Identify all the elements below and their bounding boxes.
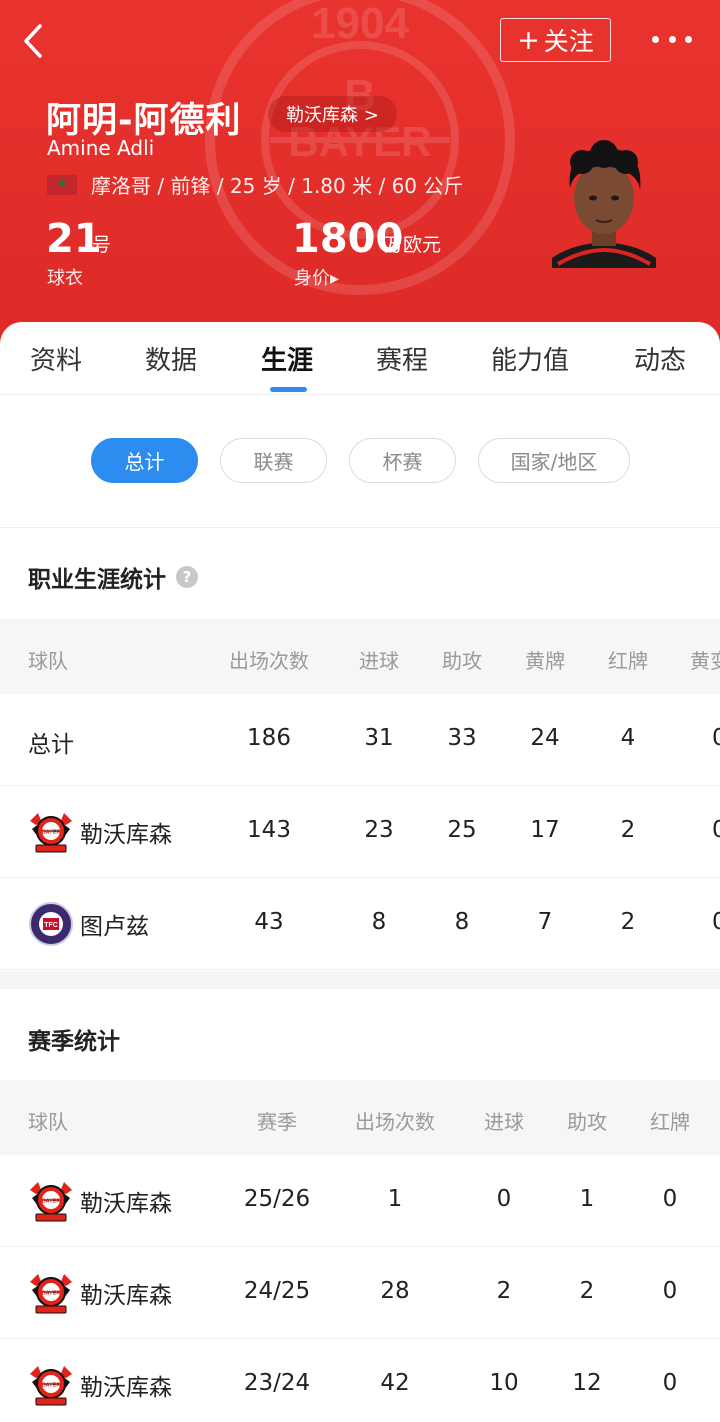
team-name: 勒沃库森 xyxy=(80,1375,172,1401)
team-name: 勒沃库森 xyxy=(80,1283,172,1309)
player-photo xyxy=(552,140,656,268)
age: 25 岁 xyxy=(229,174,282,198)
team-cell: BAYER 勒沃库森 xyxy=(28,1178,172,1224)
svg-text:BAYER: BAYER xyxy=(42,1291,61,1297)
more-menu-button[interactable] xyxy=(652,26,692,52)
team-name: 勒沃库森 xyxy=(80,822,172,848)
weight: 60 公斤 xyxy=(391,174,464,198)
dot-icon xyxy=(652,35,659,43)
tab-career[interactable]: 生涯 xyxy=(261,340,313,377)
filter-national[interactable]: 国家/地区 xyxy=(478,438,630,483)
player-header: 1904 B BAYER + 关注 阿明-阿德利 勒沃库森 > Amine Ad… xyxy=(0,0,720,360)
career-row-total: 总计 186 31 33 24 4 0 xyxy=(0,694,720,786)
career-table-header: 球队 出场次数 进球 助攻 黄牌 红牌 黄变 xyxy=(0,619,720,694)
season-row[interactable]: BAYER 勒沃库森 23/24 42 10 12 0 xyxy=(0,1339,720,1422)
team-name: 图卢兹 xyxy=(80,914,149,940)
tab-news[interactable]: 动态 xyxy=(634,340,686,377)
position: 前锋 xyxy=(170,174,211,198)
morocco-flag-icon xyxy=(47,174,77,195)
team-cell: TFC 图卢兹 xyxy=(28,901,149,947)
tab-schedule[interactable]: 赛程 xyxy=(376,340,428,377)
team-cell: BAYER 勒沃库森 xyxy=(28,1362,172,1408)
plus-icon: + xyxy=(517,24,540,56)
toulouse-logo-icon: TFC xyxy=(29,902,73,946)
content-card: 资料 数据 生涯 赛程 能力值 动态 总计 联赛 杯赛 国家/地区 职业生涯统计… xyxy=(0,322,720,1422)
col-red: 红牌 xyxy=(608,649,648,673)
col-apps: 出场次数 xyxy=(229,649,309,673)
market-value-link[interactable]: 身价▸ xyxy=(294,264,339,290)
dot-icon xyxy=(668,35,676,43)
shirt-number-unit: 号 xyxy=(92,234,112,256)
season-row[interactable]: BAYER 勒沃库森 25/26 1 0 1 0 xyxy=(0,1155,720,1247)
active-tab-indicator xyxy=(270,387,307,392)
filter-cup[interactable]: 杯赛 xyxy=(349,438,456,483)
player-meta: 摩洛哥 / 前锋 / 25 岁 / 1.80 米 / 60 公斤 xyxy=(47,170,463,199)
club-link-chip[interactable]: 勒沃库森 > xyxy=(268,96,397,132)
team-name: 勒沃库森 xyxy=(80,1191,172,1217)
team-name: 总计 xyxy=(28,732,74,758)
svg-text:BAYER: BAYER xyxy=(42,1383,61,1389)
season-table-header: 球队 赛季 出场次数 进球 助攻 红牌 xyxy=(0,1080,720,1155)
leverkusen-logo-icon: BAYER xyxy=(30,1366,72,1406)
col-team: 球队 xyxy=(28,1110,68,1134)
leverkusen-logo-icon: BAYER xyxy=(30,1182,72,1222)
player-name-english: Amine Adli xyxy=(47,136,155,160)
svg-text:BAYER: BAYER xyxy=(42,1199,61,1205)
tab-divider xyxy=(0,394,720,395)
col-red: 红牌 xyxy=(650,1110,690,1134)
season-row[interactable]: BAYER 勒沃库森 24/25 28 2 2 0 xyxy=(0,1247,720,1339)
leverkusen-logo-icon: BAYER xyxy=(30,813,72,853)
follow-label: 关注 xyxy=(543,27,594,56)
col-yellow: 黄牌 xyxy=(525,649,565,673)
filter-total[interactable]: 总计 xyxy=(91,438,198,483)
divider xyxy=(0,527,720,528)
filter-league[interactable]: 联赛 xyxy=(220,438,327,483)
col-goals: 进球 xyxy=(484,1110,524,1134)
team-cell: BAYER 勒沃库森 xyxy=(28,1270,172,1316)
shirt-label: 球衣 xyxy=(47,268,83,289)
section-gap xyxy=(0,971,720,989)
season-stats-title: 赛季统计 xyxy=(28,1029,120,1055)
watermark-year: 1904 xyxy=(311,0,409,48)
col-goals: 进球 xyxy=(359,649,399,673)
tab-bar: 资料 数据 生涯 赛程 能力值 动态 xyxy=(0,322,720,394)
dot-icon xyxy=(685,35,692,43)
col-apps: 出场次数 xyxy=(355,1110,435,1134)
market-value-unit: 万欧元 xyxy=(384,234,442,256)
col-season: 赛季 xyxy=(257,1110,297,1134)
col-assists: 助攻 xyxy=(567,1110,607,1134)
career-stats-title: 职业生涯统计 ? xyxy=(28,560,198,594)
col-assists: 助攻 xyxy=(442,649,482,673)
height: 1.80 米 xyxy=(301,174,373,198)
tab-profile[interactable]: 资料 xyxy=(30,340,82,377)
help-icon[interactable]: ? xyxy=(176,566,198,588)
country: 摩洛哥 xyxy=(91,174,151,198)
leverkusen-logo-icon: BAYER xyxy=(30,1274,72,1314)
back-button[interactable] xyxy=(18,22,52,60)
svg-text:BAYER: BAYER xyxy=(42,830,61,836)
col-yellow-to-red: 黄变 xyxy=(690,649,720,673)
team-cell: BAYER 勒沃库森 xyxy=(28,809,172,855)
filter-pills: 总计 联赛 杯赛 国家/地区 xyxy=(0,438,720,484)
follow-button[interactable]: + 关注 xyxy=(500,18,611,62)
tab-ability[interactable]: 能力值 xyxy=(491,340,569,377)
career-row-toulouse[interactable]: TFC 图卢兹 43 8 8 7 2 0 xyxy=(0,878,720,970)
chevron-left-icon xyxy=(24,24,42,58)
career-row-leverkusen[interactable]: BAYER 勒沃库森 143 23 25 17 2 0 xyxy=(0,786,720,878)
svg-text:TFC: TFC xyxy=(44,922,58,929)
col-team: 球队 xyxy=(28,649,68,673)
tab-stats[interactable]: 数据 xyxy=(145,340,197,377)
bayer-crest-watermark: 1904 B BAYER xyxy=(205,0,515,295)
